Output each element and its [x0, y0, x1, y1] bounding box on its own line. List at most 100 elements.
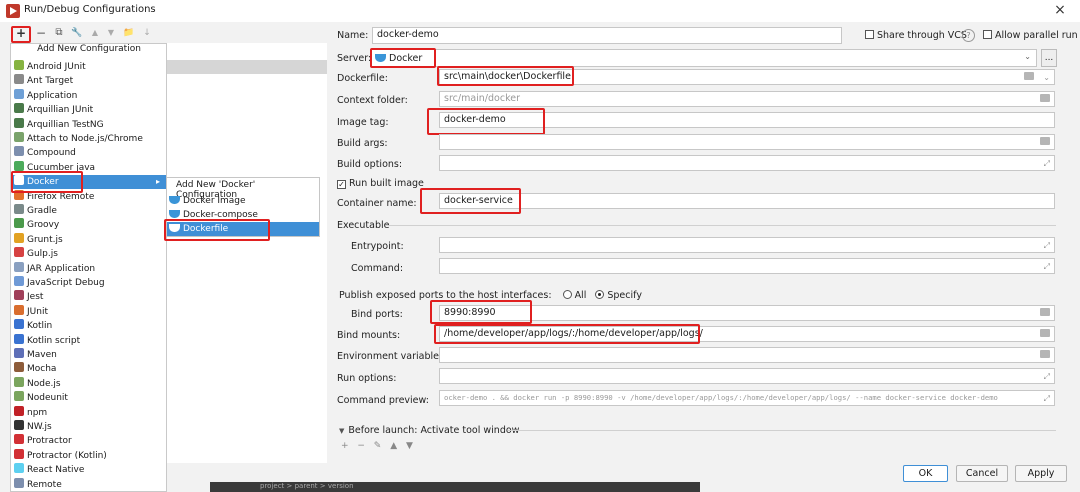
dockerfile-label: Dockerfile: — [337, 73, 388, 84]
remove-configuration-button[interactable]: − — [34, 25, 48, 41]
config-type-item[interactable]: Kotlin script — [14, 333, 164, 348]
config-type-item[interactable]: JavaScript Debug — [14, 276, 164, 290]
help-icon[interactable]: ? — [962, 29, 975, 42]
move-up-button[interactable]: ▲ — [88, 25, 102, 41]
radio-specify[interactable]: Specify — [595, 290, 642, 301]
entrypoint-field[interactable]: ⤢ — [439, 237, 1055, 253]
expand-icon[interactable]: ⤢ — [1044, 370, 1050, 383]
section-divider — [388, 225, 1056, 226]
expand-icon[interactable]: ⤢ — [1044, 239, 1050, 252]
folder-icon[interactable] — [1040, 308, 1050, 316]
config-type-item[interactable]: Gulp.js — [14, 247, 164, 261]
config-type-label: Protractor (Kotlin) — [27, 450, 107, 461]
config-type-item[interactable]: Mocha — [14, 362, 164, 376]
run-options-field[interactable]: ⤢ — [439, 368, 1055, 384]
bind-mounts-label: Bind mounts: — [337, 330, 401, 341]
config-type-label: Protractor — [27, 436, 72, 447]
radio-specify-label: Specify — [607, 290, 642, 301]
checkbox-checked[interactable] — [337, 180, 346, 189]
config-type-label: Android JUnit — [27, 62, 86, 72]
build-options-label: Build options: — [337, 159, 403, 170]
config-type-item[interactable]: React Native — [14, 463, 164, 477]
command-field[interactable]: ⤢ — [439, 258, 1055, 274]
grunt-js-icon — [14, 232, 24, 243]
config-type-item[interactable]: JAR Application — [14, 261, 164, 276]
triangle-down-icon: ▼ — [339, 427, 345, 435]
config-type-label: JavaScript Debug — [27, 278, 105, 288]
folder-icon[interactable] — [1040, 350, 1050, 358]
config-type-item[interactable]: Protractor (Kotlin) — [14, 448, 164, 463]
folder-icon[interactable] — [1024, 72, 1034, 80]
config-type-item[interactable]: Groovy — [14, 218, 164, 232]
expand-icon[interactable]: ⤢ — [1044, 392, 1050, 405]
config-type-item[interactable]: Android JUnit — [14, 60, 164, 74]
arquillian-junit-icon — [14, 103, 24, 114]
apply-button[interactable]: Apply — [1015, 465, 1067, 482]
config-type-label: Gulp.js — [27, 249, 58, 260]
container-name-field[interactable]: docker-service — [439, 193, 1055, 209]
config-type-item[interactable]: Jest — [14, 290, 164, 304]
edit-defaults-button[interactable]: 🔧 — [70, 25, 84, 41]
new-folder-button[interactable]: 📁 — [122, 25, 136, 41]
config-type-label: Node.js — [27, 378, 61, 389]
docker-icon — [169, 210, 180, 218]
config-type-label: Attach to Node.js/Chrome — [27, 134, 143, 144]
folder-icon[interactable] — [1040, 94, 1050, 102]
expand-icon[interactable]: ⤢ — [1044, 260, 1050, 273]
config-type-item[interactable]: Grunt.js — [14, 232, 164, 247]
radio-button-selected[interactable] — [595, 290, 605, 299]
config-type-item[interactable]: Compound — [14, 146, 164, 160]
checkbox[interactable] — [983, 30, 992, 39]
command-label: Command: — [351, 263, 404, 274]
config-type-item[interactable]: Node.js — [14, 376, 164, 391]
build-options-field[interactable]: ⤢ — [439, 155, 1055, 171]
config-type-item[interactable]: Kotlin — [14, 319, 164, 333]
config-type-item[interactable]: NW.js — [14, 420, 164, 434]
section-divider — [508, 430, 1056, 431]
ok-button[interactable]: OK — [903, 465, 948, 482]
cancel-button[interactable]: Cancel — [956, 465, 1008, 482]
allow-parallel-checkbox[interactable]: Allow parallel run — [983, 30, 1078, 41]
build-args-field[interactable] — [439, 134, 1055, 150]
share-vcs-checkbox[interactable]: Share through VCS — [865, 30, 967, 41]
jest-icon — [14, 290, 24, 301]
server-more-button[interactable]: ... — [1041, 49, 1057, 67]
config-type-item[interactable]: Attach to Node.js/Chrome — [14, 132, 164, 146]
config-type-item[interactable]: Gradle — [14, 204, 164, 218]
config-type-item[interactable]: Nodeunit — [14, 391, 164, 405]
server-select[interactable]: Docker ⌄ — [370, 49, 1037, 67]
copy-configuration-button[interactable]: ⧉ — [52, 25, 66, 41]
run-built-image-checkbox[interactable]: Run built image — [337, 178, 424, 189]
folder-icon[interactable] — [1040, 137, 1050, 145]
sort-button[interactable]: ↓ — [140, 25, 154, 41]
application-icon — [14, 88, 24, 99]
add-configuration-header: Add New Configuration — [37, 44, 141, 54]
before-launch-header[interactable]: ▼ Before launch: Activate tool window — [339, 425, 519, 436]
nodeunit-icon — [14, 391, 24, 402]
config-type-item[interactable]: Arquillian TestNG — [14, 117, 164, 132]
config-type-item[interactable]: npm — [14, 405, 164, 420]
radio-all[interactable]: All — [562, 290, 586, 301]
config-type-item[interactable]: JUnit — [14, 304, 164, 319]
config-type-item[interactable]: Maven — [14, 348, 164, 362]
radio-button[interactable] — [562, 290, 572, 299]
config-type-item[interactable]: Arquillian JUnit — [14, 103, 164, 117]
config-type-item[interactable]: Protractor — [14, 434, 164, 448]
move-down-button[interactable]: ▼ — [104, 25, 118, 41]
config-type-item[interactable]: Ant Target — [14, 74, 164, 88]
close-icon[interactable]: × — [1052, 2, 1068, 18]
app-icon — [6, 4, 20, 18]
chevron-down-icon[interactable]: ⌄ — [1043, 71, 1050, 84]
folder-icon[interactable] — [1040, 329, 1050, 337]
context-folder-field[interactable]: src/main/docker — [439, 91, 1055, 107]
config-toolbar: + − ⧉ 🔧 ▲ ▼ 📁 ↓ — [10, 25, 170, 43]
env-variables-field[interactable] — [439, 347, 1055, 363]
before-launch-label: Before launch: Activate tool window — [348, 425, 520, 436]
expand-icon[interactable]: ⤢ — [1044, 157, 1050, 170]
config-type-item[interactable]: Application — [14, 88, 164, 103]
config-type-label: React Native — [27, 465, 85, 476]
before-launch-toolbar[interactable]: + − ✎ ▲ ▼ — [341, 441, 416, 451]
checkbox[interactable] — [865, 30, 874, 39]
name-field[interactable]: docker-demo — [372, 27, 842, 44]
docker-image-item[interactable]: Docker Image — [167, 194, 319, 208]
